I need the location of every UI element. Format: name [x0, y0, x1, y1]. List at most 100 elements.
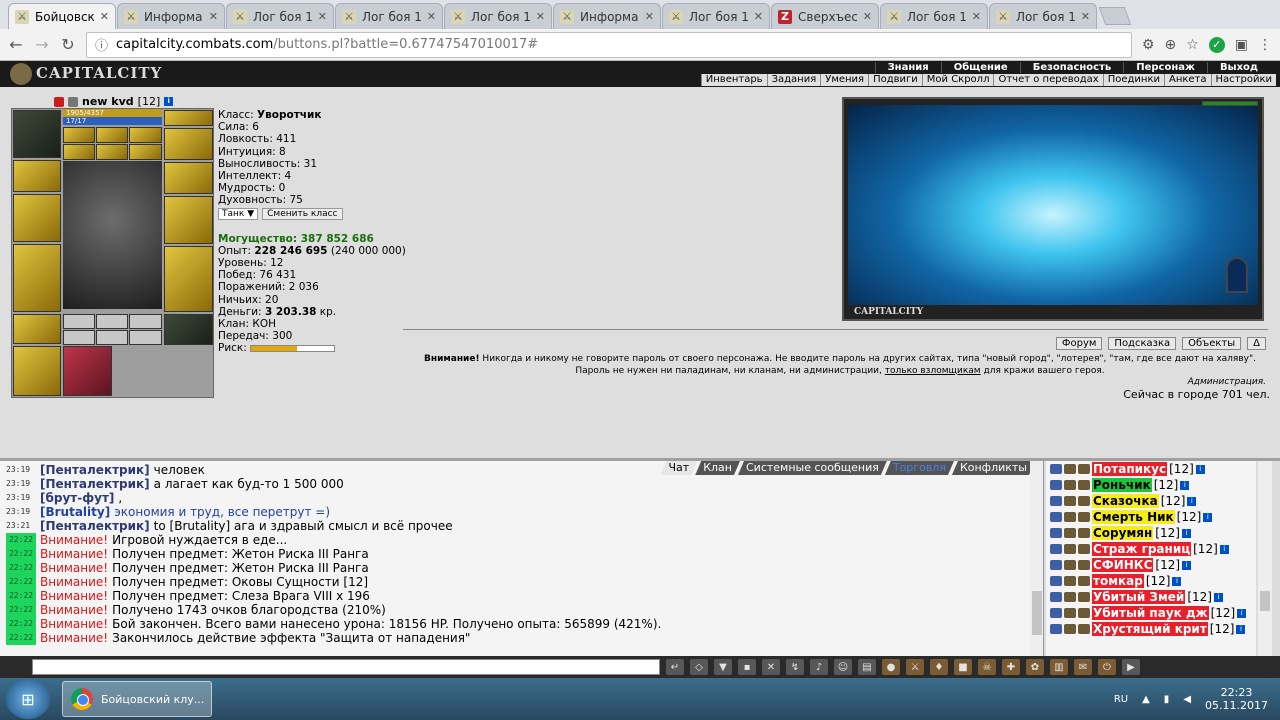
info-icon[interactable]: i — [1180, 480, 1190, 490]
menu-icon[interactable]: ⋮ — [1258, 37, 1272, 53]
language-indicator[interactable]: RU — [1114, 694, 1128, 705]
play-icon[interactable]: ▶ — [1122, 659, 1140, 675]
ring-group-slot[interactable] — [164, 128, 213, 160]
message-sender[interactable]: Внимание! — [40, 603, 108, 617]
chat-bubble-icon[interactable]: ✉ — [1074, 659, 1092, 675]
role-select[interactable]: Танк ▼ — [218, 207, 259, 220]
potion-icon[interactable]: ♦ — [930, 659, 948, 675]
ring-slot-2[interactable] — [96, 127, 128, 143]
user-name[interactable]: Сказочка — [1092, 494, 1159, 508]
close-icon[interactable]: ✕ — [972, 10, 981, 23]
amulet-slot-1[interactable] — [63, 144, 95, 160]
message-sender[interactable]: [брут-фут] — [40, 491, 114, 505]
reload-icon[interactable]: ↻ — [60, 35, 76, 54]
address-bar[interactable]: ⓘ capitalcity.combats.com/buttons.pl?bat… — [86, 31, 1132, 58]
exit-icon[interactable]: ⏻ — [1098, 659, 1116, 675]
empty-slot[interactable] — [63, 314, 95, 329]
users-scrollbar[interactable] — [1258, 461, 1272, 656]
sound-icon[interactable]: ♪ — [810, 659, 828, 675]
filter-icon[interactable]: ▼ — [714, 659, 732, 675]
user-row[interactable]: Потапикус [12] i — [1046, 461, 1256, 477]
user-row[interactable]: Сорумян [12] i — [1046, 525, 1256, 541]
hackers-link[interactable]: только взломщикам — [885, 366, 981, 376]
info-icon[interactable]: i — [1181, 528, 1191, 538]
belt-slot[interactable] — [13, 314, 61, 344]
player-name[interactable]: new kvd — [82, 95, 134, 108]
location-button[interactable]: Объекты — [1182, 337, 1242, 350]
sub-menu-item[interactable]: Инвентарь — [700, 74, 767, 86]
bracers-slot[interactable] — [13, 160, 61, 192]
bag-icon[interactable]: ● — [882, 659, 900, 675]
check-icon[interactable]: ✓ — [1208, 36, 1225, 53]
sword-icon[interactable]: ⚔ — [906, 659, 924, 675]
network-icon[interactable]: ▮ — [1164, 694, 1170, 705]
message-sender[interactable]: Внимание! — [40, 561, 108, 575]
top-menu-item[interactable]: Безопасность — [1019, 62, 1124, 73]
browser-tab[interactable]: ⚔ Информация ✕ — [553, 3, 661, 29]
chat-tab[interactable]: Конфликты — [952, 461, 1035, 475]
close-icon[interactable]: ✕ — [318, 10, 327, 23]
sub-menu-item[interactable]: Задания — [766, 74, 821, 86]
user-row[interactable]: Роньчик [12] i — [1046, 477, 1256, 493]
chat-tab[interactable]: Чат — [661, 461, 698, 475]
character-avatar[interactable] — [63, 161, 162, 309]
user-name[interactable]: Роньчик — [1092, 478, 1152, 492]
mute-icon[interactable]: ✕ — [762, 659, 780, 675]
message-sender[interactable]: Внимание! — [40, 589, 108, 603]
volume-icon[interactable]: ◀ — [1183, 694, 1191, 705]
top-menu-item[interactable]: Персонаж — [1123, 62, 1207, 73]
info-icon[interactable]: i — [164, 97, 174, 106]
message-sender[interactable]: [Brutality] — [40, 505, 110, 519]
info-icon[interactable]: i — [1182, 560, 1192, 570]
sub-menu-item[interactable]: Поединки — [1102, 74, 1164, 86]
close-icon[interactable]: ✕ — [1081, 10, 1090, 23]
close-icon[interactable]: ✕ — [100, 10, 109, 23]
user-row[interactable]: Страж границ [12] i — [1046, 541, 1256, 557]
chat-scrollbar[interactable] — [1030, 461, 1043, 656]
browser-tab[interactable]: Z Сверхъест ✕ — [771, 3, 879, 29]
helmet-slot[interactable] — [13, 110, 61, 158]
chat-input[interactable] — [32, 659, 660, 675]
close-icon[interactable]: ✕ — [427, 10, 436, 23]
close-icon[interactable]: ✕ — [754, 10, 763, 23]
sub-menu-item[interactable]: Отчет о переводах — [993, 74, 1102, 86]
location-button[interactable]: Форум — [1055, 337, 1103, 350]
change-class-button[interactable]: Сменить класс — [262, 207, 343, 220]
user-name[interactable]: Смерть Ник — [1092, 510, 1175, 524]
browser-tab[interactable]: ⚔ Лог боя 1 ✕ — [226, 3, 334, 29]
star-icon[interactable]: ☆ — [1186, 37, 1199, 53]
sub-menu-item[interactable]: Подвиги — [868, 74, 922, 86]
user-name[interactable]: Потапикус — [1092, 462, 1168, 476]
chat-tab[interactable]: Клан — [695, 461, 740, 475]
earring-slot[interactable] — [164, 110, 213, 126]
browser-tab[interactable]: ⚔ Лог боя 1 ✕ — [662, 3, 770, 29]
user-row[interactable]: томкар [12] i — [1046, 573, 1256, 589]
info-icon[interactable]: i — [1213, 592, 1223, 602]
plugin-icon[interactable]: ⚙ — [1142, 37, 1155, 53]
book-icon[interactable]: ▥ — [1050, 659, 1068, 675]
sub-menu-item[interactable]: Настройки — [1210, 74, 1276, 86]
sub-menu-item[interactable]: Анкета — [1163, 74, 1211, 86]
close-icon[interactable]: ✕ — [209, 10, 218, 23]
browser-tab[interactable]: ⚔ Лог боя 1 ✕ — [444, 3, 552, 29]
message-sender[interactable]: Внимание! — [40, 631, 108, 645]
extension-icon[interactable]: ▣ — [1235, 37, 1248, 53]
user-name[interactable]: Страж границ — [1092, 542, 1192, 556]
start-button[interactable]: ⊞ — [6, 679, 50, 719]
info-icon[interactable]: i — [1195, 464, 1205, 474]
browser-tab[interactable]: ⚔ Информация ✕ — [117, 3, 225, 29]
cross-icon[interactable]: ✚ — [1002, 659, 1020, 675]
info-icon[interactable]: i — [1219, 544, 1229, 554]
info-icon[interactable]: i — [1187, 496, 1197, 506]
empty-slot[interactable] — [96, 314, 128, 329]
location-button[interactable]: Δ — [1247, 337, 1266, 350]
exit-door[interactable] — [1226, 257, 1248, 293]
user-row[interactable]: Сказочка [12] i — [1046, 493, 1256, 509]
user-name[interactable]: Сорумян — [1092, 526, 1154, 540]
user-name[interactable]: СФИНКС — [1092, 558, 1154, 572]
clock[interactable]: 22:23 05.11.2017 — [1205, 686, 1268, 712]
gloves-slot[interactable] — [164, 162, 213, 194]
amulet-slot-2[interactable] — [96, 144, 128, 160]
close-icon[interactable]: ✕ — [645, 10, 654, 23]
browser-tab[interactable]: ⚔ Лог боя 1 ✕ — [989, 3, 1097, 29]
